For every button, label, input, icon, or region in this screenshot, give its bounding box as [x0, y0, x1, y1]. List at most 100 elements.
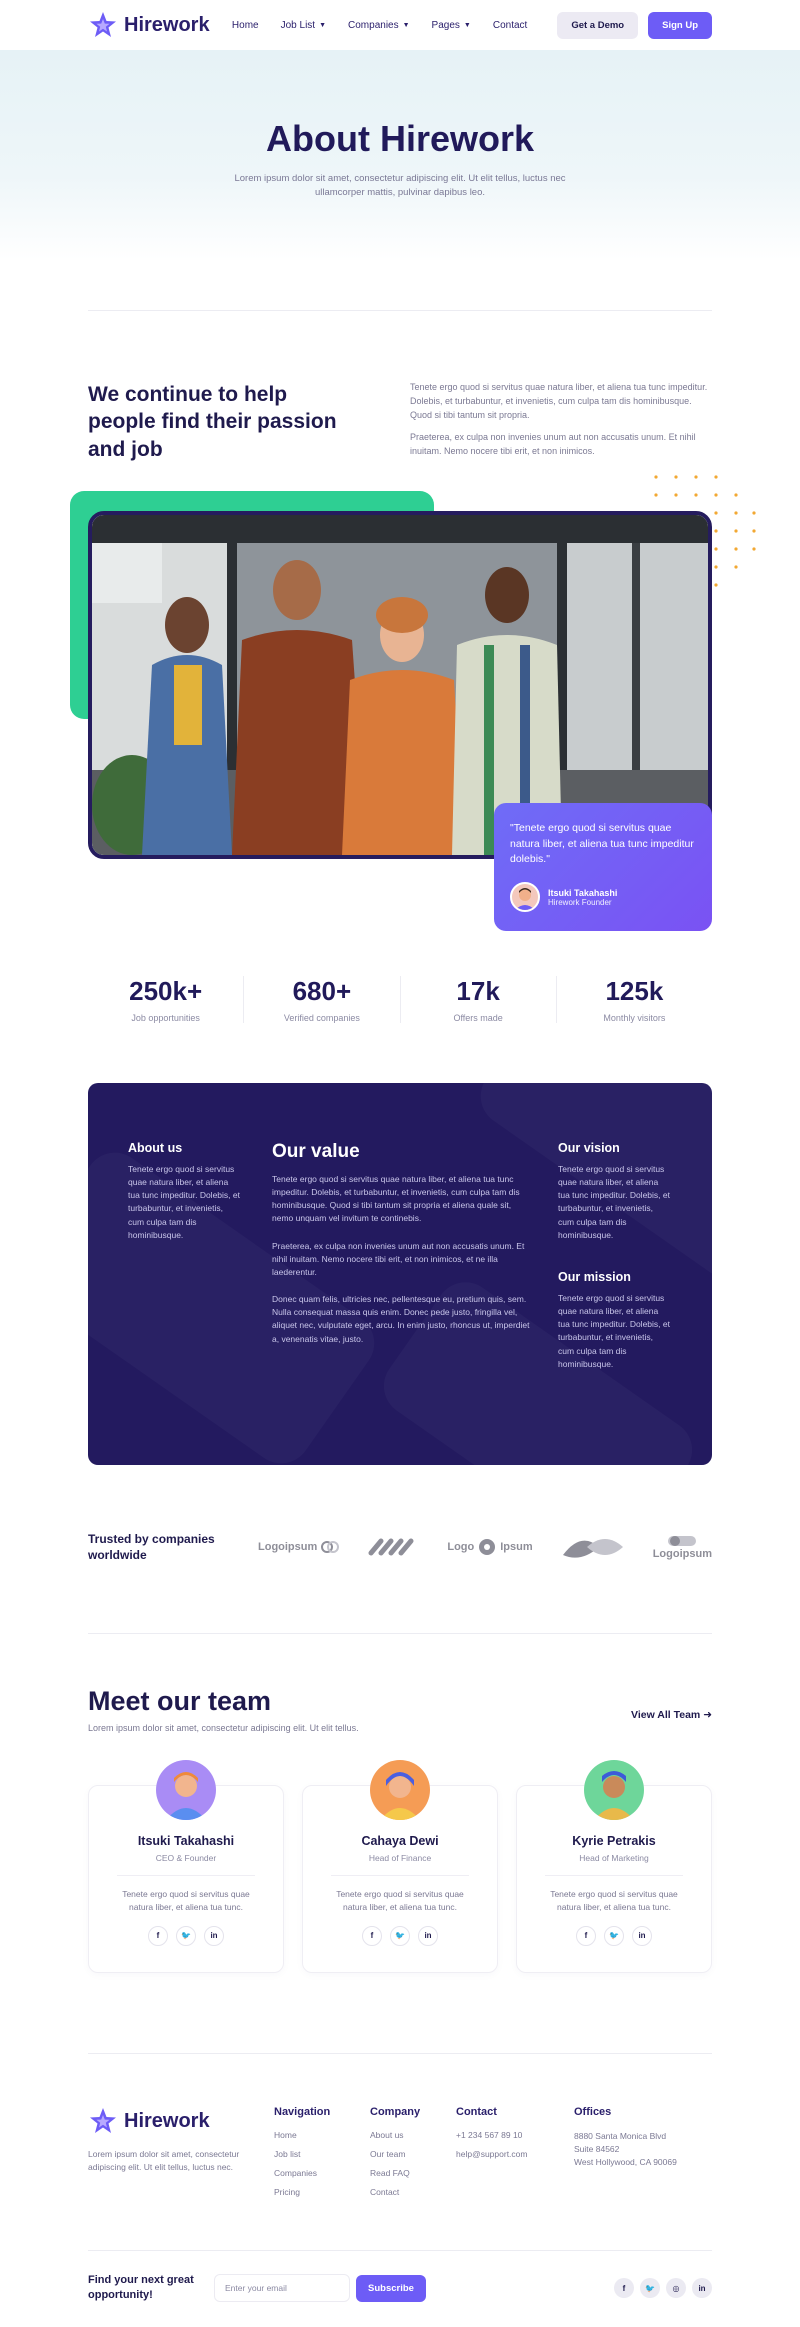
stat-item: 17k Offers made — [401, 975, 557, 1023]
team-member-card[interactable]: Itsuki Takahashi CEO & Founder Tenete er… — [88, 1760, 284, 1974]
hero-section: About Hirework Lorem ipsum dolor sit ame… — [0, 50, 800, 260]
stat-item: 680+ Verified companies — [244, 975, 401, 1023]
menu-label: Job List — [280, 19, 316, 31]
menu-item-home[interactable]: Home — [232, 20, 259, 31]
member-role: CEO & Founder — [155, 1853, 217, 1864]
footer-link[interactable]: Pricing — [274, 2187, 370, 2197]
footer-link[interactable]: Job list — [274, 2149, 370, 2159]
menu-item-pages[interactable]: Pages ▼ — [432, 20, 471, 31]
team-member-card[interactable]: Cahaya Dewi Head of Finance Tenete ergo … — [302, 1760, 498, 1974]
brand-logo-text: Logoipsum — [258, 1541, 318, 1554]
footer-phone[interactable]: +1 234 567 89 10 — [456, 2130, 574, 2140]
values-panel: About us Tenete ergo quod si servitus qu… — [88, 1082, 712, 1465]
brand-logo: Logo Ipsum — [447, 1538, 533, 1556]
menu-label: Home — [231, 19, 259, 31]
twitter-icon[interactable]: 🐦 — [390, 1925, 410, 1946]
section-divider — [88, 1633, 712, 1635]
brand-logo-text: Logo — [447, 1541, 475, 1554]
footer-link[interactable]: Read FAQ — [370, 2168, 456, 2178]
main-menu: Home Job List ▼ Companies ▼ Pages ▼ Contact — [232, 20, 527, 31]
newsletter-bar: Find your next great opportunity! Enter … — [0, 2273, 800, 2303]
menu-item-job-list[interactable]: Job List ▼ — [281, 20, 326, 31]
card-divider — [117, 1875, 255, 1877]
about-us-title: About us — [128, 1140, 183, 1155]
trusted-section: Trusted by companies worldwide Logoipsum… — [0, 1531, 800, 1563]
page-title: About Hirework — [265, 118, 534, 159]
chevron-down-icon: ▼ — [402, 21, 410, 29]
linkedin-icon[interactable]: in — [204, 1925, 224, 1946]
footer-col-title: Contact — [456, 2106, 497, 2119]
logo-star-icon — [90, 12, 116, 37]
footer-company: Company About us Our team Read FAQ Conta… — [370, 2106, 456, 2206]
team-cards: Itsuki Takahashi CEO & Founder Tenete er… — [0, 1760, 800, 1974]
footer-link[interactable]: Our team — [370, 2149, 456, 2159]
logo[interactable]: Hirework — [88, 10, 210, 40]
linkedin-icon[interactable]: in — [632, 1925, 652, 1946]
footer-logo[interactable]: Hirework — [88, 2106, 274, 2136]
instagram-icon[interactable]: ◎ — [666, 2278, 686, 2299]
twitter-icon[interactable]: 🐦 — [176, 1925, 196, 1946]
brand-logo: Logoipsum — [258, 1540, 340, 1554]
member-socials: f 🐦 in — [303, 1925, 497, 1946]
email-input[interactable]: Enter your email — [214, 2274, 350, 2303]
twitter-icon[interactable]: 🐦 — [604, 1925, 624, 1946]
top-navbar: Hirework Home Job List ▼ Companies ▼ Pages… — [0, 0, 800, 50]
footer-email[interactable]: help@support.com — [456, 2149, 574, 2159]
office-address-line: 8880 Santa Monica Blvd — [574, 2131, 667, 2142]
menu-item-contact[interactable]: Contact — [493, 20, 527, 31]
member-name: Itsuki Takahashi — [137, 1834, 235, 1849]
facebook-icon[interactable]: f — [614, 2278, 634, 2299]
facebook-icon[interactable]: f — [576, 1925, 596, 1946]
vision-mission-column: Our vision Tenete ergo quod si servitus … — [558, 1141, 670, 1371]
our-mission-title: Our mission — [558, 1269, 631, 1284]
linkedin-icon[interactable]: in — [418, 1925, 438, 1946]
facebook-icon[interactable]: f — [362, 1925, 382, 1946]
team-member-card[interactable]: Kyrie Petrakis Head of Marketing Tenete … — [516, 1760, 712, 1974]
footer-link[interactable]: About us — [370, 2130, 456, 2140]
about-us-column: About us Tenete ergo quod si servitus qu… — [128, 1141, 240, 1242]
member-bio: Tenete ergo quod si servitus quae natura… — [336, 1889, 464, 1913]
menu-item-companies[interactable]: Companies ▼ — [348, 20, 410, 31]
member-socials: f 🐦 in — [89, 1925, 283, 1946]
subscribe-button[interactable]: Subscribe — [356, 2274, 426, 2302]
footer-navigation: Navigation Home Job list Companies Prici… — [274, 2106, 370, 2206]
stat-value: 125k — [605, 975, 664, 1006]
our-value-paragraph: Praeterea, ex culpa non invenies unum au… — [272, 1240, 525, 1277]
logo-name: Hirework — [124, 2109, 210, 2132]
team-heading: Meet our team — [88, 1686, 272, 1717]
brand-logo: Logoipsum — [653, 1535, 712, 1560]
page-bottom-spacer — [0, 2303, 800, 2327]
brand-logos: Logoipsum Logo Ipsum Logoipsum — [258, 1535, 712, 1560]
our-value-column: Our value Tenete ergo quod si servitus q… — [272, 1141, 530, 1346]
twitter-icon[interactable]: 🐦 — [640, 2278, 660, 2299]
get-demo-button[interactable]: Get a Demo — [557, 11, 639, 39]
quote-author-name: Itsuki Takahashi — [548, 887, 618, 898]
stat-label: Monthly visitors — [603, 1012, 666, 1023]
footer-link[interactable]: Home — [274, 2130, 370, 2140]
stat-label: Job opportunities — [131, 1012, 200, 1023]
footer-link[interactable]: Companies — [274, 2168, 370, 2178]
chevron-down-icon: ▼ — [463, 21, 471, 29]
footer-link[interactable]: Contact — [370, 2187, 456, 2197]
footer-col-title: Company — [370, 2106, 421, 2119]
intro-text: Tenete ergo quod si servitus quae natura… — [410, 381, 712, 463]
brand-logo — [561, 1535, 625, 1559]
stat-value: 17k — [456, 975, 500, 1006]
avatar — [510, 882, 540, 913]
menu-label: Pages — [431, 19, 460, 31]
facebook-icon[interactable]: f — [148, 1925, 168, 1946]
avatar — [370, 1760, 430, 1821]
newsletter-heading: Find your next great opportunity! — [88, 2274, 194, 2302]
brand-chain-icon — [368, 1538, 414, 1556]
footer-about: Lorem ipsum dolor sit amet, consectetur … — [88, 2149, 240, 2173]
member-role: Head of Finance — [368, 1853, 432, 1864]
linkedin-icon[interactable]: in — [692, 2278, 712, 2299]
sign-up-button[interactable]: Sign Up — [648, 11, 712, 39]
brand-logo — [367, 1537, 419, 1557]
member-socials: f 🐦 in — [517, 1925, 711, 1946]
footer-contact: Contact +1 234 567 89 10 help@support.co… — [456, 2106, 574, 2206]
view-all-team-link[interactable]: View All Team ➜ — [631, 1709, 712, 1721]
stat-label: Verified companies — [283, 1012, 360, 1023]
brand-mark-icon — [321, 1541, 340, 1554]
footer-col-title: Offices — [574, 2106, 612, 2119]
